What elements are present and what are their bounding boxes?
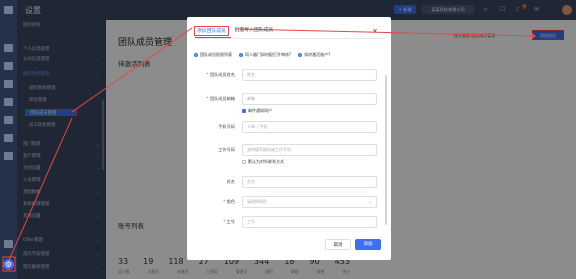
add-member-dialog: 添加团队成员 批量导入团队成员 × ? 团队成员权限列表 ? 同人器门如何配打开审核…: [187, 17, 391, 260]
role-select[interactable]: 请选择角色 ⌄: [242, 196, 377, 208]
tab-active-indicator: [195, 37, 231, 38]
default-contact-checkbox[interactable]: 默认为对外联系方式: [242, 159, 284, 165]
close-icon[interactable]: ×: [372, 27, 378, 35]
email-label: * 团队成员邮箱: [206, 96, 235, 101]
help-icon[interactable]: [4, 240, 13, 248]
add-button[interactable]: 添加: [355, 239, 381, 250]
tab-divider: [194, 38, 384, 39]
name-label: * 团队成员姓名: [206, 72, 235, 77]
dialog-tabs: 添加团队成员 批量导入团队成员: [194, 26, 275, 36]
phone-label: 手机号码: [218, 124, 235, 129]
help-tips: ? 团队成员权限列表 ? 同人器门如何配打开审核? ? 如何激活账户?: [194, 52, 384, 58]
phone-input[interactable]: +86 | 手机: [242, 121, 377, 133]
alias-label: 花名: [226, 179, 235, 184]
document-icon[interactable]: [4, 116, 13, 124]
cancel-button[interactable]: 取消: [325, 239, 351, 250]
users-icon[interactable]: [4, 80, 13, 88]
dialog-scrollbar[interactable]: [385, 75, 387, 225]
email-field[interactable]: 邮箱: [242, 93, 377, 105]
briefcase-icon[interactable]: [4, 98, 13, 106]
home-icon[interactable]: [4, 44, 13, 52]
employee-id-input[interactable]: 工号: [242, 216, 377, 228]
mail-icon[interactable]: [4, 152, 13, 160]
chart-icon[interactable]: [4, 62, 13, 70]
help-tip[interactable]: ? 如何激活账户?: [298, 52, 330, 58]
gear-icon[interactable]: ⚙: [3, 259, 14, 270]
help-tip[interactable]: ? 同人器门如何配打开审核?: [239, 52, 291, 58]
chevron-down-icon: ⌄: [368, 199, 372, 204]
logo-icon: [4, 6, 13, 14]
tab-batch-import[interactable]: 批量导入团队成员: [233, 26, 275, 36]
checkbox-icon: [242, 109, 246, 113]
info-icon: ?: [298, 53, 303, 57]
email-notify-checkbox[interactable]: 邮件通知同户: [242, 108, 272, 114]
icon-rail: ⚙: [0, 0, 17, 279]
info-icon: ?: [239, 53, 243, 57]
checkbox-icon: [242, 160, 246, 164]
work-phone-input[interactable]: 支持填写座机或工作手机: [242, 144, 377, 156]
work-phone-label: 工作号码: [218, 147, 235, 152]
help-tip[interactable]: ? 团队成员权限列表: [194, 52, 232, 58]
tab-add-member[interactable]: 添加团队成员: [194, 26, 229, 36]
employee-id-label: * 工号: [223, 219, 235, 224]
name-input[interactable]: 姓名: [242, 69, 377, 81]
role-label: * 角色: [223, 199, 235, 204]
info-icon: ?: [194, 53, 198, 57]
alias-input[interactable]: 花名: [242, 176, 377, 188]
calendar-icon[interactable]: [4, 134, 13, 142]
